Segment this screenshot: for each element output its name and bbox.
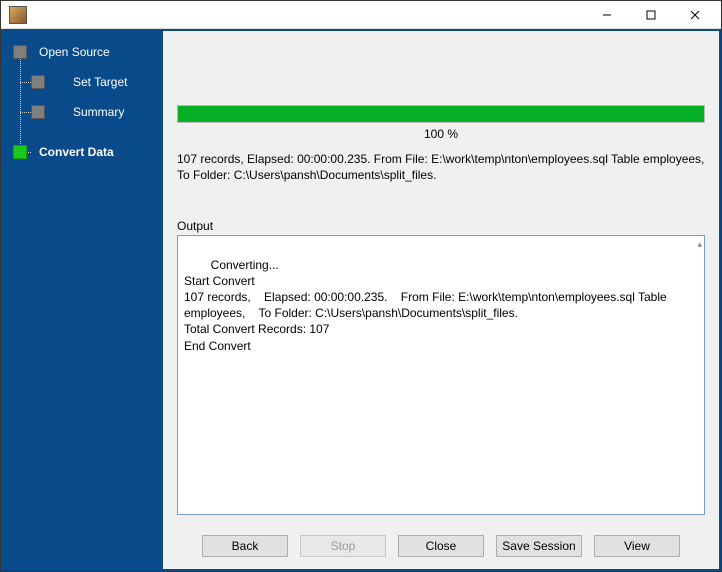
button-row: Back Stop Close Save Session View: [163, 529, 719, 569]
sidebar-item-open-source[interactable]: Open Source: [9, 39, 157, 65]
maximize-button[interactable]: [629, 2, 673, 28]
minimize-button[interactable]: [585, 2, 629, 28]
summary-text: 107 records, Elapsed: 00:00:00.235. From…: [177, 151, 705, 183]
app-icon: [9, 6, 27, 24]
sidebar-item-set-target[interactable]: Set Target: [9, 69, 157, 95]
close-wizard-button[interactable]: Close: [398, 535, 484, 557]
sidebar-item-summary[interactable]: Summary: [9, 99, 157, 125]
progress-fill: [178, 106, 704, 122]
view-button[interactable]: View: [594, 535, 680, 557]
stop-button: Stop: [300, 535, 386, 557]
step-icon-active: [13, 145, 27, 159]
sidebar-item-label: Convert Data: [39, 145, 114, 159]
output-label: Output: [177, 219, 705, 233]
window-controls: [585, 2, 717, 28]
scroll-up-icon[interactable]: ▴: [697, 238, 702, 250]
save-session-button[interactable]: Save Session: [496, 535, 582, 557]
progress-label: 100 %: [177, 127, 705, 141]
wizard-sidebar: Open Source Set Target Summary Convert D…: [3, 31, 163, 569]
sidebar-item-label: Open Source: [39, 45, 110, 59]
step-icon: [31, 105, 45, 119]
output-content: Converting... Start Convert 107 records,…: [184, 258, 670, 353]
titlebar: [1, 1, 721, 29]
main-panel: 100 % 107 records, Elapsed: 00:00:00.235…: [163, 31, 719, 569]
close-button[interactable]: [673, 2, 717, 28]
step-icon: [31, 75, 45, 89]
sidebar-item-label: Summary: [73, 105, 124, 119]
progress-bar: [177, 105, 705, 123]
sidebar-item-label: Set Target: [73, 75, 127, 89]
output-textarea[interactable]: Converting... Start Convert 107 records,…: [177, 235, 705, 515]
back-button[interactable]: Back: [202, 535, 288, 557]
sidebar-item-convert-data[interactable]: Convert Data: [9, 139, 157, 165]
step-icon: [13, 45, 27, 59]
